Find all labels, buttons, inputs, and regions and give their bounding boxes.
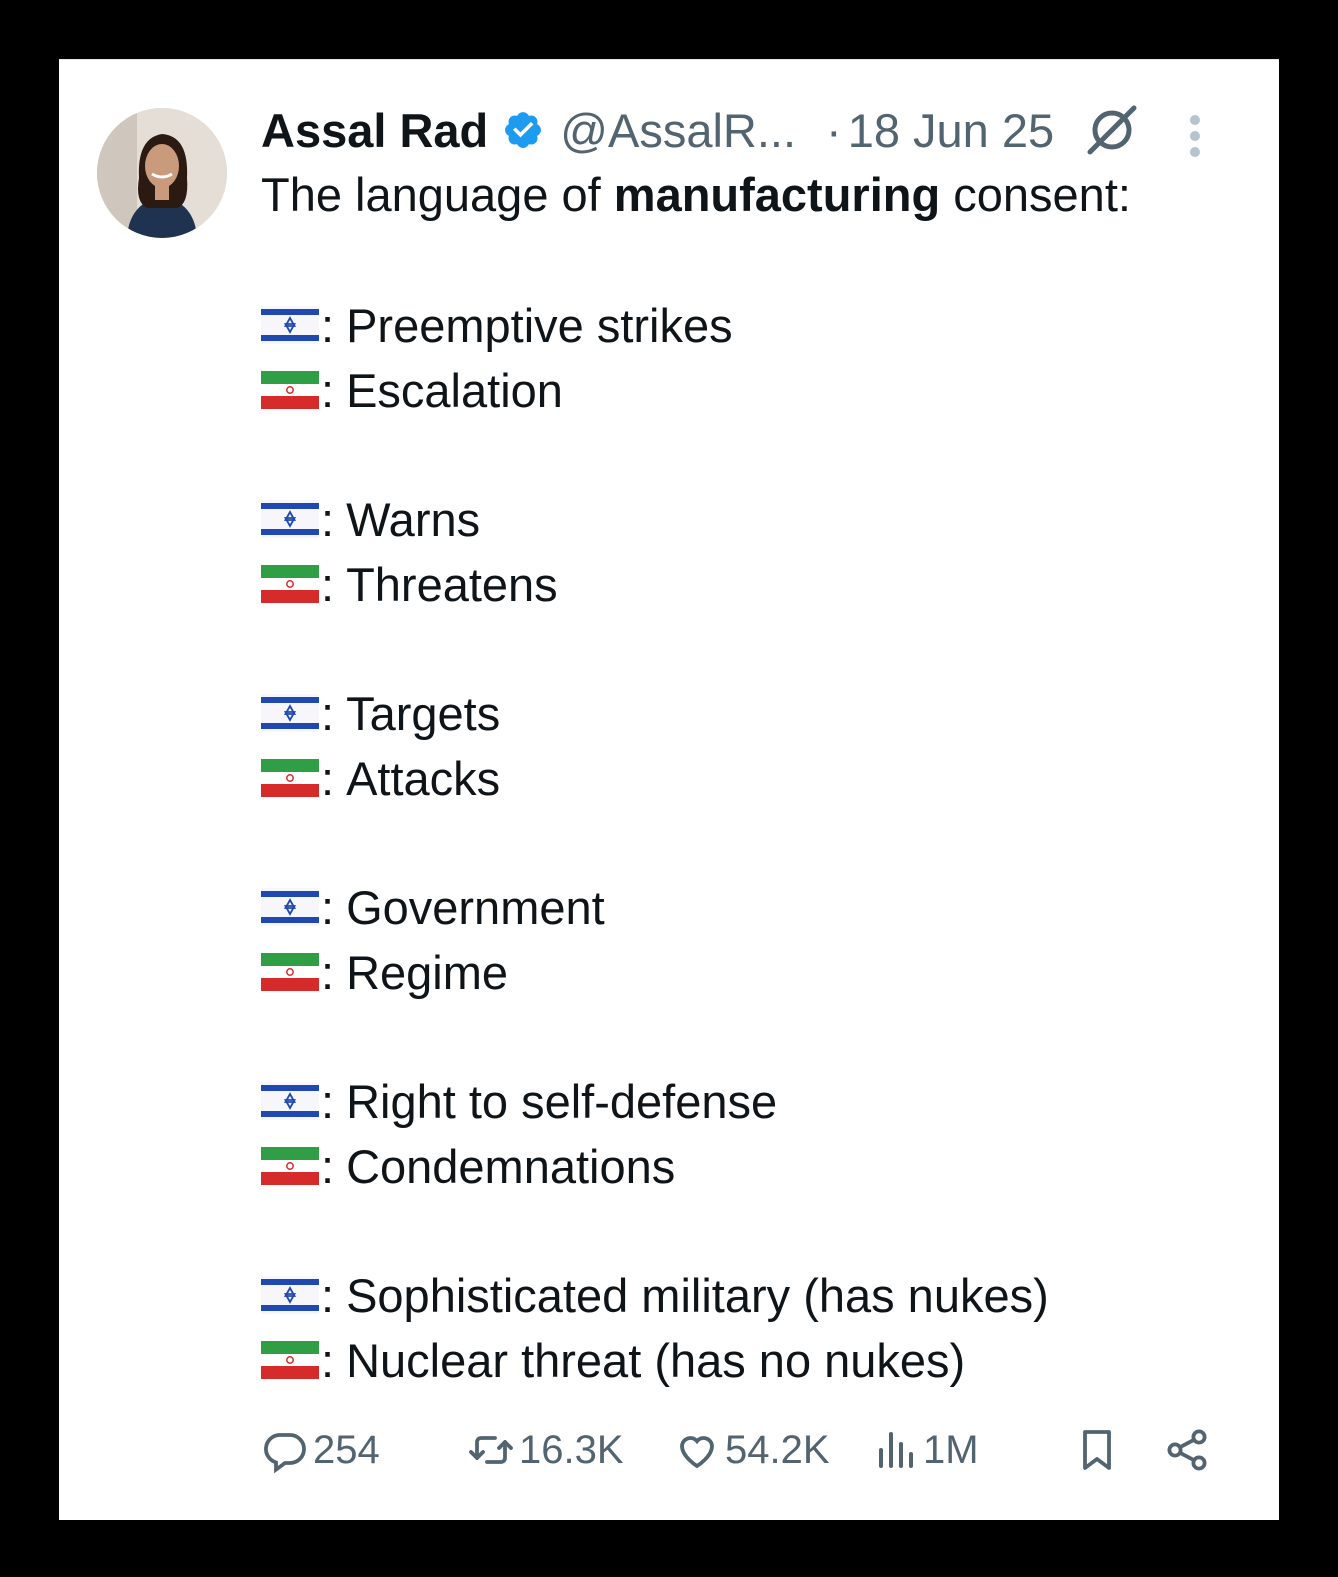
iran-term-row: : Attacks <box>261 749 500 807</box>
bookmark-icon <box>1073 1426 1121 1474</box>
like-button[interactable]: 54.2K <box>673 1420 830 1480</box>
tweet-header: Assal Rad @AssalR... · 18 Jun 25 <box>261 100 1142 160</box>
israel-term-row: : Targets <box>261 684 500 742</box>
israel-flag-icon <box>261 306 319 344</box>
colon-separator: : <box>321 1268 335 1322</box>
reply-button[interactable]: 254 <box>261 1420 380 1480</box>
israel-term: Warns <box>346 492 481 546</box>
colon-separator: : <box>321 686 335 740</box>
israel-flag-icon <box>261 500 319 538</box>
israel-flag-icon <box>261 1082 319 1120</box>
views-icon <box>871 1426 919 1474</box>
iran-term: Attacks <box>346 751 501 805</box>
iran-term: Threatens <box>346 557 558 611</box>
intro-text-before: The language of <box>261 168 614 221</box>
verified-badge-icon <box>502 109 544 151</box>
iran-term-row: : Threatens <box>261 555 558 613</box>
israel-flag-icon <box>261 694 319 732</box>
colon-separator: : <box>321 298 335 352</box>
share-button[interactable] <box>1163 1420 1211 1480</box>
date-separator: · <box>826 103 842 157</box>
israel-term: Preemptive strikes <box>346 298 733 352</box>
share-icon <box>1163 1426 1211 1474</box>
iran-flag-icon <box>261 565 319 603</box>
iran-flag-icon <box>261 1147 319 1185</box>
israel-term-row: : Government <box>261 878 605 936</box>
repost-button[interactable]: 16.3K <box>467 1420 624 1480</box>
iran-term: Nuclear threat (has no nukes) <box>346 1333 966 1387</box>
tweet-date[interactable]: 18 Jun 25 <box>848 103 1054 158</box>
repost-count: 16.3K <box>519 1427 624 1472</box>
reply-count: 254 <box>313 1427 380 1472</box>
reply-icon <box>261 1426 309 1474</box>
israel-term-row: : Right to self-defense <box>261 1072 777 1130</box>
bookmark-button[interactable] <box>1073 1420 1121 1480</box>
iran-term-row: : Escalation <box>261 361 563 419</box>
colon-separator: : <box>321 557 335 611</box>
tweet-intro: The language of manufacturing consent: <box>261 165 1131 225</box>
iran-term: Escalation <box>346 363 563 417</box>
colon-separator: : <box>321 1139 335 1193</box>
iran-term-row: : Regime <box>261 943 508 1001</box>
author-name[interactable]: Assal Rad <box>261 103 488 158</box>
colon-separator: : <box>321 945 335 999</box>
tweet-card[interactable]: Assal Rad @AssalR... · 18 Jun 25 The lan… <box>59 59 1279 1520</box>
views-button[interactable]: 1M <box>871 1420 979 1480</box>
israel-term-row: : Sophisticated military (has nukes) <box>261 1266 1049 1324</box>
like-icon <box>673 1426 721 1474</box>
iran-flag-icon <box>261 1341 319 1379</box>
israel-term: Sophisticated military (has nukes) <box>346 1268 1049 1322</box>
colon-separator: : <box>321 1074 335 1128</box>
intro-text-bold: manufacturing <box>613 168 941 221</box>
colon-separator: : <box>321 492 335 546</box>
israel-term-row: : Preemptive strikes <box>261 296 733 354</box>
iran-term-row: : Condemnations <box>261 1137 675 1195</box>
iran-term-row: : Nuclear threat (has no nukes) <box>261 1331 965 1389</box>
iran-term: Condemnations <box>346 1139 676 1193</box>
action-bar: 254 16.3K 54.2K 1M <box>261 1420 1221 1480</box>
like-count: 54.2K <box>725 1427 830 1472</box>
colon-separator: : <box>321 880 335 934</box>
colon-separator: : <box>321 1333 335 1387</box>
iran-flag-icon <box>261 371 319 409</box>
iran-flag-icon <box>261 759 319 797</box>
intro-text-after: consent: <box>940 168 1131 221</box>
grok-icon[interactable] <box>1082 100 1142 160</box>
iran-flag-icon <box>261 953 319 991</box>
israel-term: Targets <box>346 686 501 740</box>
more-icon[interactable] <box>1187 114 1203 158</box>
israel-term: Government <box>346 880 605 934</box>
israel-flag-icon <box>261 888 319 926</box>
author-handle[interactable]: @AssalR... <box>560 103 796 158</box>
views-count: 1M <box>923 1427 979 1472</box>
israel-term-row: : Warns <box>261 490 480 548</box>
colon-separator: : <box>321 751 335 805</box>
colon-separator: : <box>321 363 335 417</box>
avatar[interactable] <box>97 108 227 238</box>
iran-term: Regime <box>346 945 509 999</box>
repost-icon <box>467 1426 515 1474</box>
israel-term: Right to self-defense <box>346 1074 778 1128</box>
israel-flag-icon <box>261 1276 319 1314</box>
